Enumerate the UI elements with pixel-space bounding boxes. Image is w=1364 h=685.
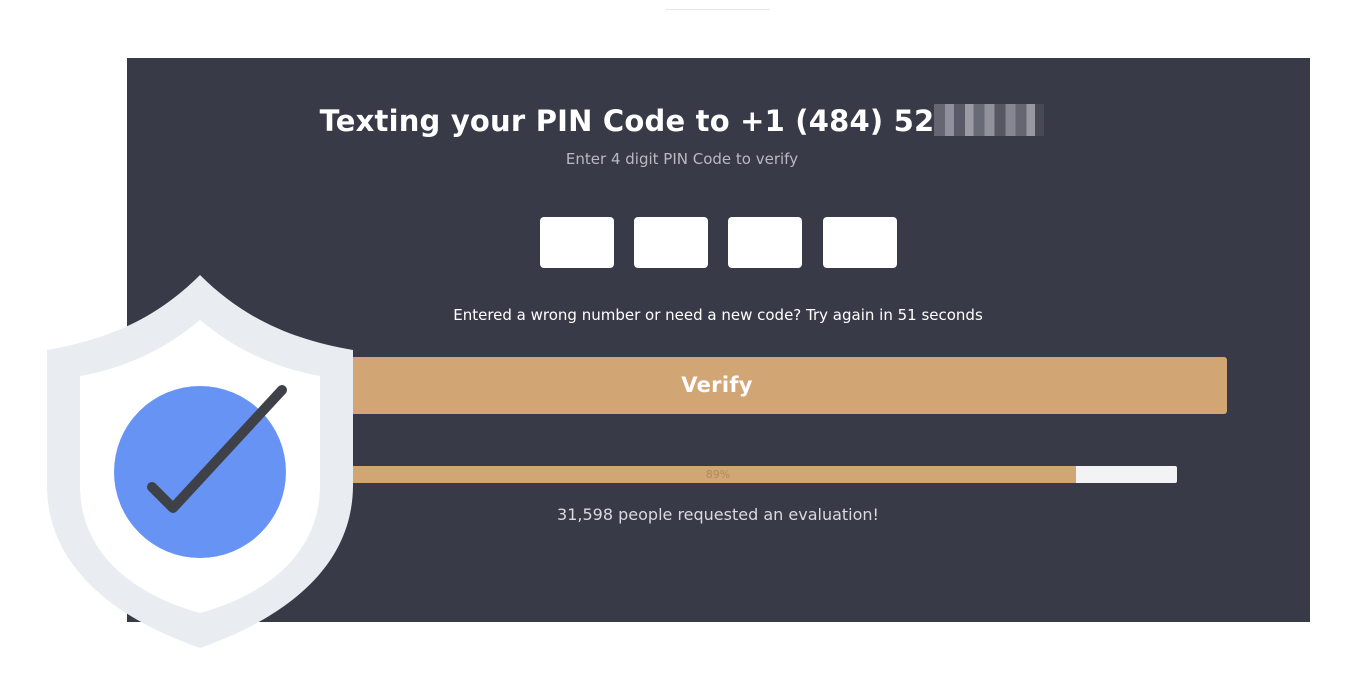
progress-label: 89%: [705, 468, 731, 481]
verify-button[interactable]: Verify: [207, 357, 1227, 414]
page-title: Texting your PIN Code to +1 (484) 52: [0, 104, 1364, 138]
pin-digit-3[interactable]: [728, 217, 802, 268]
subtitle: Enter 4 digit PIN Code to verify: [565, 150, 799, 168]
progress-bar: 89%: [259, 466, 1177, 483]
pin-digit-1[interactable]: [540, 217, 614, 268]
redacted-phone-digits: [934, 104, 1045, 136]
pin-digit-2[interactable]: [634, 217, 708, 268]
pin-digit-4[interactable]: [823, 217, 897, 268]
top-divider: [666, 9, 770, 10]
shield-check-icon: [47, 275, 353, 648]
title-text: Texting your PIN Code to +1 (484) 52: [319, 104, 935, 138]
